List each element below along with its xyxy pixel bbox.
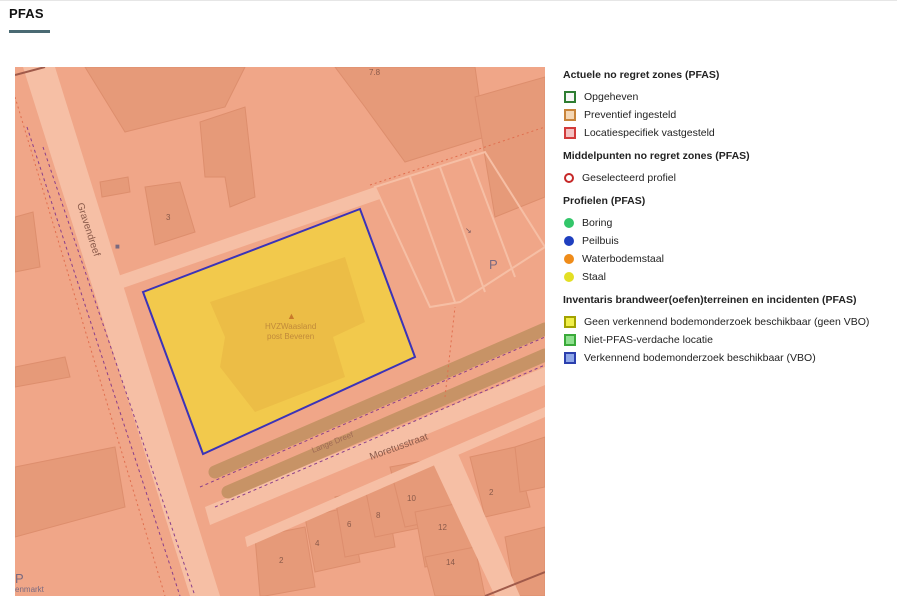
legend-square-symbol xyxy=(564,109,576,121)
top-divider xyxy=(0,0,897,1)
title-underline xyxy=(9,30,50,33)
legend-item: Verkennend bodemonderzoek beschikbaar (V… xyxy=(563,349,893,367)
site-label: HVZWaasland xyxy=(265,322,316,331)
house-number: 14 xyxy=(446,558,455,567)
legend-item-label: Preventief ingesteld xyxy=(584,109,677,121)
house-number: 7.8 xyxy=(369,68,381,77)
legend-item-label: Boring xyxy=(582,217,613,229)
house-number: 4 xyxy=(315,539,320,548)
legend-section: Profielen (PFAS) Boring Peilbuis Waterbodem… xyxy=(563,194,893,286)
building xyxy=(514,436,545,493)
legend-item-label: Verkennend bodemonderzoek beschikbaar (V… xyxy=(584,352,816,364)
bus-stop-icon: ■ xyxy=(115,242,120,251)
legend-section-title: Profielen (PFAS) xyxy=(563,195,646,207)
legend-section: Inventaris brandweer(oefen)terreinen en … xyxy=(563,293,893,367)
legend-item-label: Niet-PFAS-verdache locatie xyxy=(584,334,713,346)
house-number: 2 xyxy=(489,488,494,497)
legend-item-label: Opgeheven xyxy=(584,91,639,103)
house-number: 10 xyxy=(407,494,416,503)
legend-square-symbol xyxy=(564,334,576,346)
legend-item-label: Geen verkennend bodemonderzoek beschikba… xyxy=(584,316,870,328)
partial-label: enmarkt xyxy=(15,585,45,594)
legend-square-symbol xyxy=(564,91,576,103)
parking-label: P xyxy=(15,571,24,586)
legend-section: Middelpunten no regret zones (PFAS) Gesel… xyxy=(563,149,893,187)
legend-item-label: Staal xyxy=(582,271,606,283)
legend-circle-symbol xyxy=(564,254,574,264)
house-number: 2 xyxy=(279,556,284,565)
legend-section-title: Middelpunten no regret zones (PFAS) xyxy=(563,150,750,162)
legend-section: Actuele no regret zones (PFAS) Opgeheven P… xyxy=(563,68,893,142)
page-title: PFAS xyxy=(9,6,44,21)
legend-circle-outline-symbol xyxy=(564,173,574,183)
legend-circle-symbol xyxy=(564,272,574,282)
legend-square-symbol xyxy=(564,316,576,328)
map-canvas[interactable]: Gravendreef Moretusstraat Lange Dreef HV… xyxy=(15,67,545,596)
house-number: 8 xyxy=(376,511,381,520)
parking-label: P xyxy=(489,257,498,272)
map-legend: Actuele no regret zones (PFAS) Opgeheven P… xyxy=(563,68,893,374)
legend-item: Niet-PFAS-verdache locatie xyxy=(563,331,893,349)
legend-item: Boring xyxy=(563,214,893,232)
legend-item: Geen verkennend bodemonderzoek beschikba… xyxy=(563,313,893,331)
house-number: 12 xyxy=(438,523,447,532)
legend-square-symbol xyxy=(564,127,576,139)
house-number: 3 xyxy=(166,213,171,222)
legend-section-title: Inventaris brandweer(oefen)terreinen en … xyxy=(563,294,857,306)
legend-item-label: Geselecteerd profiel xyxy=(582,172,676,184)
legend-circle-symbol xyxy=(564,218,574,228)
legend-item: Geselecteerd profiel xyxy=(563,169,893,187)
map-view[interactable]: Gravendreef Moretusstraat Lange Dreef HV… xyxy=(15,67,545,596)
legend-item-label: Peilbuis xyxy=(582,235,619,247)
legend-item-label: Locatiespecifiek vastgesteld xyxy=(584,127,715,139)
legend-item: Preventief ingesteld xyxy=(563,106,893,124)
legend-item: Staal xyxy=(563,268,893,286)
legend-item: Locatiespecifiek vastgesteld xyxy=(563,124,893,142)
arrow-icon: ↘ xyxy=(465,226,472,235)
site-label: post Beveren xyxy=(267,332,314,341)
legend-circle-symbol xyxy=(564,236,574,246)
legend-item-label: Waterbodemstaal xyxy=(582,253,664,265)
legend-square-symbol xyxy=(564,352,576,364)
legend-item: Opgeheven xyxy=(563,88,893,106)
legend-item: Waterbodemstaal xyxy=(563,250,893,268)
legend-section-title: Actuele no regret zones (PFAS) xyxy=(563,69,720,81)
fire-station-icon: ▲ xyxy=(287,311,296,321)
legend-item: Peilbuis xyxy=(563,232,893,250)
house-number: 6 xyxy=(347,520,352,529)
